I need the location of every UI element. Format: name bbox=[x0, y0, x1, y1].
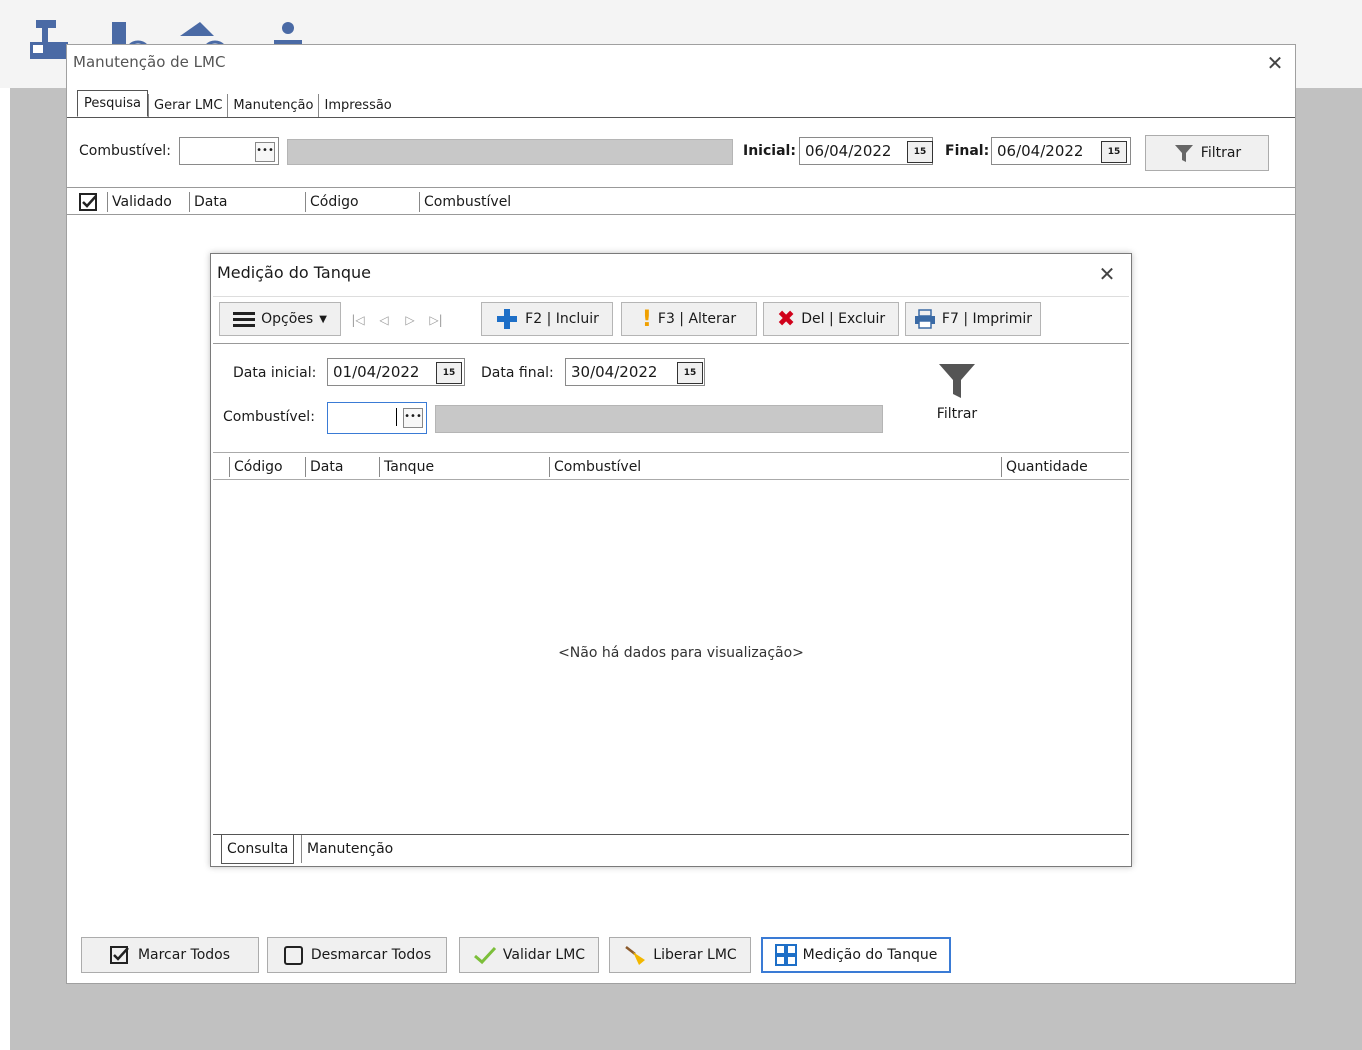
mark-all-button[interactable]: Marcar Todos bbox=[81, 937, 259, 973]
measurement-grid-header: Código Data Tanque Combustível Quantidad… bbox=[213, 452, 1129, 480]
calendar-icon[interactable]: 15 bbox=[677, 362, 703, 384]
unmark-all-button[interactable]: Desmarcar Todos bbox=[267, 937, 447, 973]
plus-icon bbox=[497, 309, 518, 329]
last-record-icon[interactable]: ▷| bbox=[425, 307, 447, 333]
calendar-icon[interactable]: 15 bbox=[436, 362, 462, 384]
print-button[interactable]: F7 | Imprimir bbox=[905, 302, 1041, 336]
main-bottom-bar: Marcar Todos Desmarcar Todos Validar LMC… bbox=[67, 935, 1295, 983]
fuel-label: Combustível: bbox=[223, 409, 315, 425]
include-button[interactable]: F2 | Incluir bbox=[481, 302, 613, 336]
window-title: Manutenção de LMC bbox=[73, 53, 226, 71]
fuel-label: Combustível: bbox=[79, 143, 171, 159]
column-codigo[interactable]: Código bbox=[305, 192, 359, 212]
exclamation-icon: ! bbox=[641, 306, 652, 332]
user-icon[interactable] bbox=[274, 22, 302, 45]
alter-label: F3 | Alterar bbox=[657, 311, 737, 327]
validate-lmc-label: Validar LMC bbox=[502, 947, 586, 963]
empty-grid-message: <Não há dados para visualização> bbox=[558, 645, 804, 661]
close-icon[interactable]: ✕ bbox=[1095, 262, 1119, 286]
tab-divider bbox=[67, 117, 1295, 118]
alter-button[interactable]: ! F3 | Alterar bbox=[621, 302, 757, 336]
chevron-down-icon: ▼ bbox=[319, 313, 327, 325]
dialog-bottom-tabs: Consulta Manutenção bbox=[213, 834, 1129, 866]
column-combustivel[interactable]: Combustível bbox=[549, 457, 641, 477]
initial-date-label: Inicial: bbox=[743, 143, 796, 159]
lmc-grid-header: Validado Data Código Combustível bbox=[67, 187, 1295, 215]
tab-pesquisa[interactable]: Pesquisa bbox=[77, 90, 148, 117]
next-record-icon[interactable]: ▷ bbox=[399, 307, 421, 333]
tab-manutencao[interactable]: Manutenção bbox=[301, 835, 398, 863]
close-icon[interactable]: ✕ bbox=[1263, 51, 1287, 75]
calendar-icon[interactable]: 15 bbox=[907, 141, 933, 163]
column-data[interactable]: Data bbox=[189, 192, 227, 212]
dialog-toolbar: Opções ▼ |◁ ◁ ▷ ▷| F2 | Incluir ! F3 | A… bbox=[213, 296, 1129, 344]
fuel-description-field bbox=[287, 139, 733, 165]
broom-icon bbox=[625, 946, 646, 965]
tab-consulta[interactable]: Consulta bbox=[221, 835, 295, 864]
fuel-lookup-button[interactable]: ••• bbox=[403, 408, 423, 428]
tab-impressao[interactable]: Impressão bbox=[318, 94, 396, 117]
end-date-label: Data final: bbox=[481, 365, 554, 381]
fuel-description-field bbox=[435, 405, 883, 433]
checkmark-icon bbox=[473, 946, 497, 965]
column-validado[interactable]: Validado bbox=[107, 192, 172, 212]
filter-button[interactable]: Filtrar bbox=[1145, 135, 1269, 171]
filter-button[interactable]: Filtrar bbox=[927, 358, 987, 428]
column-data[interactable]: Data bbox=[305, 457, 343, 477]
release-lmc-button[interactable]: Liberar LMC bbox=[609, 937, 751, 973]
tab-gerar-lmc[interactable]: Gerar LMC bbox=[148, 94, 227, 117]
fuel-lookup-button[interactable]: ••• bbox=[255, 142, 275, 162]
unmark-all-label: Desmarcar Todos bbox=[310, 947, 432, 963]
release-lmc-label: Liberar LMC bbox=[653, 947, 737, 963]
delete-label: Del | Excluir bbox=[801, 311, 886, 327]
prev-record-icon[interactable]: ◁ bbox=[373, 307, 395, 333]
calendar-icon[interactable]: 15 bbox=[1101, 141, 1127, 163]
checkbox-icon bbox=[109, 946, 129, 964]
column-quantidade[interactable]: Quantidade bbox=[1001, 457, 1088, 477]
cash-register-icon[interactable] bbox=[30, 20, 68, 59]
tank-measurement-dialog: Medição do Tanque ✕ Opções ▼ |◁ ◁ ▷ ▷| F… bbox=[210, 253, 1132, 867]
column-tanque[interactable]: Tanque bbox=[379, 457, 434, 477]
mark-all-label: Marcar Todos bbox=[137, 947, 231, 963]
options-label: Opções bbox=[261, 311, 314, 327]
final-date-label: Final: bbox=[945, 143, 990, 159]
column-codigo[interactable]: Código bbox=[229, 457, 283, 477]
delete-button[interactable]: ✖ Del | Excluir bbox=[763, 302, 899, 336]
filter-label: Filtrar bbox=[936, 406, 978, 422]
validate-lmc-button[interactable]: Validar LMC bbox=[459, 937, 599, 973]
hamburger-icon bbox=[233, 312, 256, 327]
checkbox-empty-icon bbox=[283, 946, 303, 965]
x-icon: ✖ bbox=[776, 306, 796, 332]
options-button[interactable]: Opções ▼ bbox=[219, 302, 341, 336]
start-date-label: Data inicial: bbox=[233, 365, 317, 381]
text-cursor bbox=[396, 408, 397, 426]
tab-manutencao[interactable]: Manutenção bbox=[227, 94, 318, 117]
filter-icon bbox=[939, 364, 975, 398]
dialog-title: Medição do Tanque bbox=[217, 263, 371, 282]
grid-icon bbox=[774, 944, 797, 966]
column-combustivel[interactable]: Combustível bbox=[419, 192, 511, 212]
include-label: F2 | Incluir bbox=[525, 311, 599, 327]
first-record-icon[interactable]: |◁ bbox=[347, 307, 369, 333]
tank-measurement-label: Medição do Tanque bbox=[802, 947, 938, 963]
filter-button-label: Filtrar bbox=[1200, 145, 1242, 161]
main-tabs: Pesquisa Gerar LMC Manutenção Impressão bbox=[77, 90, 397, 117]
filter-icon bbox=[1174, 145, 1193, 162]
printer-icon bbox=[914, 309, 935, 329]
checkbox-icon[interactable] bbox=[79, 193, 99, 211]
print-label: F7 | Imprimir bbox=[941, 311, 1033, 327]
tank-measurement-button[interactable]: Medição do Tanque bbox=[761, 937, 951, 973]
